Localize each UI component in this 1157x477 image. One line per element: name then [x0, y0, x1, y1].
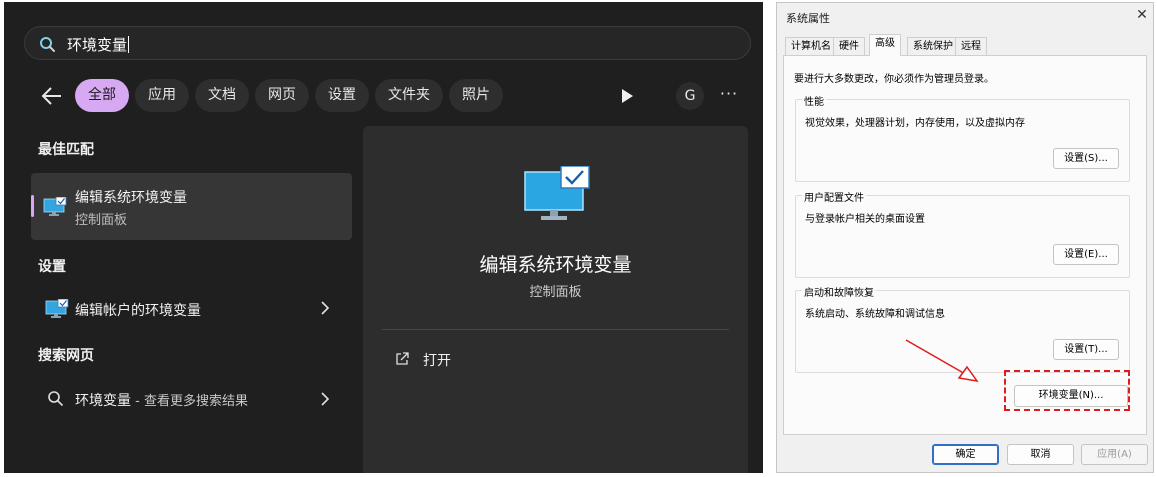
system-properties-dialog: 系统属性 ✕ 计算机名 硬件 高级 系统保护 远程 要进行大多数更改，你必须作为… [776, 2, 1154, 473]
dialog-title: 系统属性 [786, 12, 830, 25]
environment-variables-button[interactable]: 环境变量(N)... [1014, 385, 1128, 407]
filter-chip[interactable]: 照片 [449, 79, 503, 112]
account-avatar[interactable]: G [676, 82, 704, 110]
user-profiles-settings-button[interactable]: 设置(E)... [1053, 244, 1119, 265]
startup-recovery-label: 启动和故障恢复 [802, 284, 876, 299]
back-arrow-icon[interactable] [40, 85, 64, 107]
performance-group: 性能 视觉效果，处理器计划，内存使用，以及虚拟内存 设置(S)... [795, 93, 1130, 182]
play-icon[interactable] [620, 88, 634, 104]
cancel-button[interactable]: 取消 [1007, 444, 1074, 465]
ok-button[interactable]: 确定 [932, 444, 999, 465]
preview-subtitle: 控制面板 [529, 285, 582, 300]
chevron-right-icon [321, 301, 330, 315]
monitor-check-icon [43, 197, 67, 216]
settings-result[interactable]: 编辑帐户的环境变量 [31, 290, 352, 326]
tab-advanced[interactable]: 高级 [869, 34, 901, 56]
startup-recovery-desc: 系统启动、系统故障和调试信息 [805, 309, 945, 320]
filter-chip[interactable]: 全部 [75, 79, 129, 112]
search-icon [40, 37, 55, 52]
performance-desc: 视觉效果，处理器计划，内存使用，以及虚拟内存 [805, 118, 1025, 129]
monitor-check-icon [524, 166, 590, 220]
web-search-result[interactable]: 环境变量 - 查看更多搜索结果 [31, 380, 352, 416]
windows-search-panel: 环境变量 全部 应用 文档 网页 设置 文件夹 照片 G ··· 最佳匹配 编辑系统环境变量… [4, 2, 763, 473]
filter-chip[interactable]: 应用 [135, 79, 189, 112]
preview-divider [382, 329, 729, 330]
tab-computer-name[interactable]: 计算机名 [785, 37, 837, 55]
settings-result-title: 编辑帐户的环境变量 [75, 303, 201, 319]
filter-chip[interactable]: 文件夹 [375, 79, 443, 112]
annotation-arrow [905, 339, 979, 383]
performance-label: 性能 [802, 93, 826, 108]
web-search-suffix: - 查看更多搜索结果 [131, 394, 248, 409]
user-profiles-label: 用户配置文件 [802, 189, 866, 204]
startup-recovery-settings-button[interactable]: 设置(T)... [1053, 339, 1119, 360]
open-action[interactable]: 打开 [423, 350, 451, 370]
user-profiles-desc: 与登录帐户相关的桌面设置 [805, 214, 925, 225]
settings-heading: 设置 [38, 259, 66, 275]
web-search-result-title: 环境变量 - 查看更多搜索结果 [75, 393, 248, 409]
apply-button[interactable]: 应用(A) [1081, 444, 1148, 465]
open-external-icon[interactable] [395, 352, 409, 366]
performance-settings-button[interactable]: 设置(S)... [1053, 148, 1119, 169]
filter-chip[interactable]: 网页 [255, 79, 309, 112]
filter-bar: 全部 应用 文档 网页 设置 文件夹 照片 G ··· [4, 78, 763, 114]
more-icon[interactable]: ··· [717, 82, 741, 110]
close-icon[interactable]: ✕ [1133, 6, 1151, 24]
admin-note: 要进行大多数更改，你必须作为管理员登录。 [794, 74, 994, 85]
tab-system-protection[interactable]: 系统保护 [907, 37, 959, 55]
monitor-check-icon [45, 299, 69, 318]
search-icon [48, 391, 63, 406]
chevron-right-icon [321, 392, 330, 406]
user-profiles-group: 用户配置文件 与登录帐户相关的桌面设置 设置(E)... [795, 189, 1130, 278]
best-match-subtitle: 控制面板 [75, 213, 128, 228]
web-search-heading: 搜索网页 [38, 348, 94, 364]
best-match-heading: 最佳匹配 [38, 142, 94, 158]
filter-chip[interactable]: 设置 [315, 79, 369, 112]
tab-remote[interactable]: 远程 [955, 37, 987, 55]
best-match-title: 编辑系统环境变量 [75, 190, 187, 206]
preview-pane: 编辑系统环境变量 控制面板 打开 [363, 126, 748, 473]
filter-chips: 全部 应用 文档 网页 设置 文件夹 照片 [75, 79, 503, 112]
search-query: 环境变量 [67, 36, 130, 54]
search-input[interactable]: 环境变量 [24, 26, 751, 60]
filter-chip[interactable]: 文档 [195, 79, 249, 112]
preview-title: 编辑系统环境变量 [479, 254, 632, 276]
best-match-result[interactable]: 编辑系统环境变量 控制面板 [31, 173, 352, 240]
tab-hardware[interactable]: 硬件 [833, 37, 865, 55]
selection-indicator [31, 195, 34, 217]
